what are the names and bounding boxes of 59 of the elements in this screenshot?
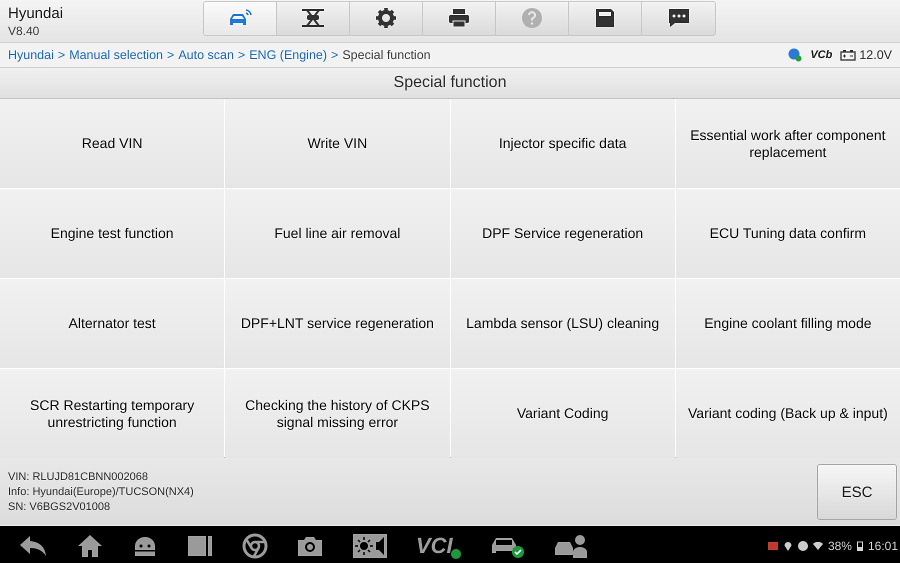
vehicle-info-line: Info: Hyundai(Europe)/TUCSON(NX4) <box>8 486 194 498</box>
function-tile[interactable]: Write VIN <box>225 99 450 188</box>
function-tile[interactable]: Checking the history of CKPS signal missing error <box>225 369 450 458</box>
version-label: V8.40 <box>8 24 40 38</box>
printer-icon <box>447 7 471 29</box>
function-tile[interactable]: Engine coolant filling mode <box>676 279 900 368</box>
toolbar-button[interactable] <box>642 2 715 34</box>
help-icon <box>521 7 543 29</box>
function-tile[interactable]: Read VIN <box>0 99 224 188</box>
android-icon[interactable] <box>132 534 158 558</box>
function-tile[interactable]: Engine test function <box>0 189 224 278</box>
gear-icon <box>375 7 397 29</box>
breadcrumb-separator: > <box>167 48 174 62</box>
save-icon <box>594 7 616 29</box>
function-tile[interactable]: DPF+LNT service regeneration <box>225 279 450 368</box>
toolbar-button[interactable] <box>569 2 642 34</box>
breadcrumb-link[interactable]: Manual selection <box>69 48 163 62</box>
battery-icon <box>840 50 856 60</box>
browser-icon[interactable] <box>242 533 268 559</box>
function-tile[interactable]: DPF Service regeneration <box>450 189 675 278</box>
function-tile[interactable]: Variant coding (Back up & input) <box>676 369 900 458</box>
breadcrumb-separator: > <box>58 48 66 62</box>
wifi-icon <box>812 541 823 551</box>
vci-status: VCb <box>810 49 832 61</box>
function-tile[interactable]: ECU Tuning data confirm <box>676 189 900 278</box>
brightness-icon[interactable] <box>352 533 388 559</box>
function-tile[interactable]: Alternator test <box>0 279 224 368</box>
breadcrumb-separator: > <box>331 48 338 62</box>
breadcrumb-separator: > <box>238 48 246 62</box>
vehicle-info-line: SN: V6BGS2V01008 <box>8 501 112 513</box>
breadcrumb-current: Special function <box>342 48 431 62</box>
esc-button[interactable]: ESC <box>817 464 897 520</box>
function-tile[interactable]: Essential work after component replacement <box>676 99 900 188</box>
clock: 16:01 <box>868 539 898 553</box>
chat-icon <box>666 7 690 29</box>
toolbar-button[interactable] <box>277 2 350 34</box>
vehicle-info-line: VIN: RLUJD81CBNN002068 <box>8 471 150 483</box>
home-icon[interactable] <box>76 533 104 559</box>
function-tile[interactable]: Variant Coding <box>450 369 675 458</box>
lift-icon <box>300 7 326 29</box>
app-title: Hyundai <box>8 4 64 22</box>
breadcrumb-link[interactable]: ENG (Engine) <box>249 48 328 62</box>
function-tile[interactable]: Fuel line air removal <box>225 189 450 278</box>
breadcrumb-link[interactable]: Hyundai <box>8 48 54 62</box>
battery-icon <box>856 541 863 551</box>
window-icon[interactable] <box>186 534 214 558</box>
toolbar-button[interactable] <box>423 2 496 34</box>
toolbar-button[interactable] <box>350 2 423 34</box>
back-icon[interactable] <box>18 534 48 558</box>
function-tile[interactable]: Injector specific data <box>450 99 675 188</box>
page-title: Special function <box>0 68 900 99</box>
camera-icon[interactable] <box>296 534 324 558</box>
location-icon <box>782 541 793 551</box>
service-advisor-icon[interactable] <box>552 533 589 559</box>
breadcrumb-link[interactable]: Auto scan <box>178 48 234 62</box>
function-tile[interactable]: Lambda sensor (LSU) cleaning <box>450 279 675 368</box>
function-tile[interactable]: SCR Restarting temporary unrestricting function <box>0 369 224 458</box>
voltage-reading: 12.0V <box>859 48 892 62</box>
battery-percent: 38% <box>828 539 852 553</box>
